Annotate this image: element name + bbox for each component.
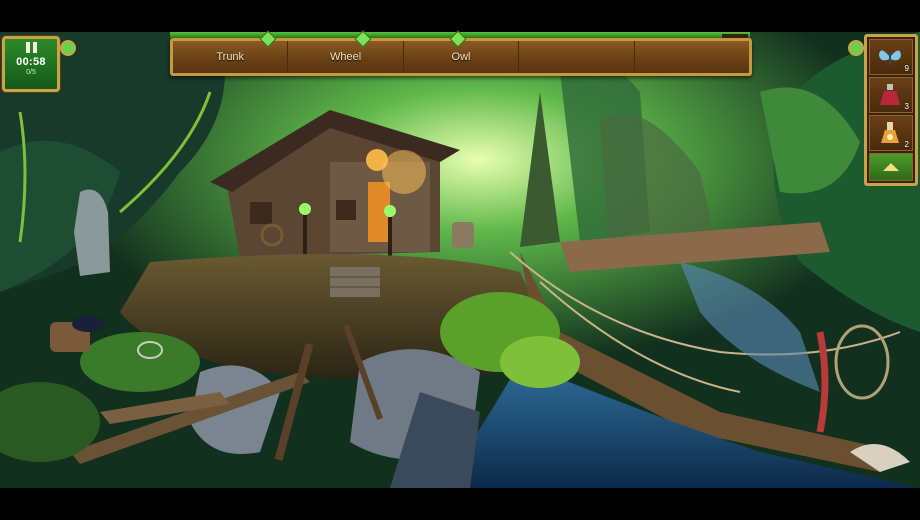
butterfly-icon [879,50,901,65]
item-slot[interactable] [519,41,635,73]
inventory-slot[interactable]: 2 [869,115,913,151]
forest-cottage-scene[interactable] [0,32,920,488]
flask-icon [881,122,899,143]
scroll-up-icon[interactable] [869,153,913,181]
potion-bottle-icon [880,84,900,105]
pause-icon[interactable] [23,42,39,54]
game-screen: 00:58 0/5 Trunk Wheel Owl 9 3 2 [0,0,920,520]
inventory-count: 9 [904,64,909,73]
frame-ornament-right [848,40,864,56]
item-slot[interactable] [635,41,749,73]
inventory-slot[interactable]: 3 [869,77,913,113]
frame-ornament-left [60,40,76,56]
inventory-count: 2 [904,140,909,149]
inventory-count: 3 [904,102,909,111]
item-slot[interactable]: Trunk [173,41,289,73]
scene-illustration [0,32,920,488]
inventory-panel: 9 3 2 [864,34,918,186]
item-slot[interactable]: Wheel [288,41,404,73]
timer-panel: 00:58 0/5 [2,36,60,92]
inventory-slot[interactable]: 9 [869,39,913,75]
item-slot[interactable]: Owl [404,41,520,73]
timer-display: 00:58 [16,56,46,68]
found-counter: 0/5 [26,69,36,76]
